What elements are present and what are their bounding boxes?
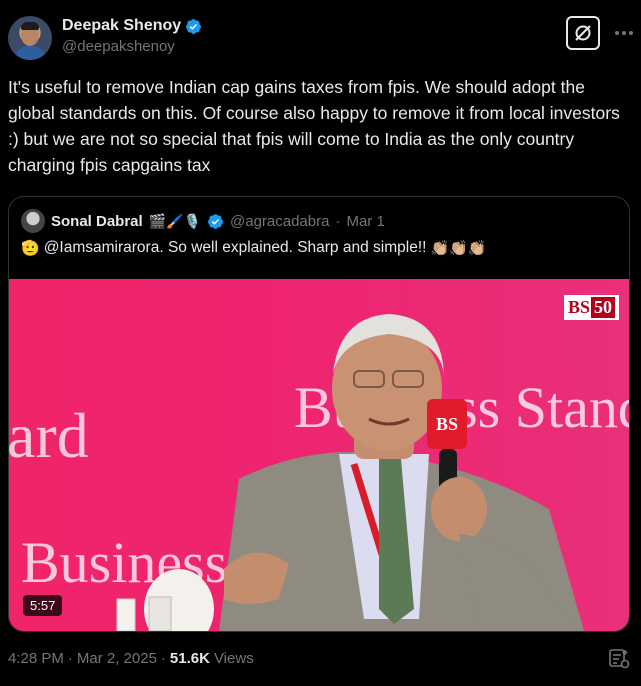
- quote-text-row: 🫡 @Iamsamirarora. So well explained. Sha…: [21, 239, 486, 257]
- more-options-button[interactable]: [612, 22, 636, 44]
- quote-date[interactable]: Mar 1: [346, 213, 384, 230]
- tweet-time[interactable]: 4:28 PM: [8, 650, 64, 667]
- quote-display-name[interactable]: Sonal Dabral: [51, 213, 143, 230]
- quote-name-emojis: 🎬🖌️🎙️: [148, 212, 201, 229]
- analytics-icon[interactable]: [608, 648, 630, 670]
- author-name-text[interactable]: Deepak Shenoy: [62, 17, 181, 35]
- verified-badge-icon: [186, 18, 202, 34]
- speaker-figure: BS: [116, 314, 584, 631]
- more-dot-icon: [629, 31, 633, 35]
- video-duration: 5:57: [23, 595, 63, 616]
- quote-avatar[interactable]: [21, 209, 45, 233]
- salute-emoji: 🫡: [21, 240, 40, 257]
- tweet-date[interactable]: Mar 2, 2025: [77, 650, 157, 667]
- tweet-meta: 4:28 PM · Mar 2, 2025 · 51.6K Views: [8, 650, 254, 667]
- quote-separator: ·: [335, 212, 341, 230]
- quoted-tweet[interactable]: Sonal Dabral 🎬🖌️🎙️ @agracadabra · Mar 1 …: [8, 196, 630, 632]
- clap-emojis: 👏🏼👏🏼👏🏼: [430, 240, 487, 257]
- author-display-name[interactable]: Deepak Shenoy: [62, 17, 202, 35]
- mic-flag-text: BS: [436, 414, 458, 434]
- quote-text: @Iamsamirarora. So well explained. Sharp…: [43, 239, 427, 256]
- grok-button[interactable]: [566, 16, 600, 50]
- quote-handle[interactable]: @agracadabra: [230, 213, 329, 230]
- more-dot-icon: [615, 31, 619, 35]
- author-handle[interactable]: @deepakshenoy: [62, 38, 202, 55]
- quote-video[interactable]: ard Business Standard Business St BS 50: [9, 279, 629, 631]
- views-count: 51.6K: [169, 650, 210, 667]
- quote-header: Sonal Dabral 🎬🖌️🎙️ @agracadabra · Mar 1: [21, 209, 385, 233]
- meta-separator: ·: [160, 650, 166, 667]
- tweet-text: It's useful to remove Indian cap gains t…: [8, 77, 620, 175]
- author-avatar[interactable]: [8, 16, 52, 60]
- grok-icon: [575, 25, 591, 41]
- more-dot-icon: [622, 31, 626, 35]
- views-label: Views: [213, 650, 254, 667]
- quote-verified-badge-icon: [208, 213, 223, 229]
- author-names: Deepak Shenoy @deepakshenoy: [62, 17, 202, 55]
- tweet-header: Deepak Shenoy @deepakshenoy: [8, 14, 633, 62]
- meta-separator: ·: [67, 650, 73, 667]
